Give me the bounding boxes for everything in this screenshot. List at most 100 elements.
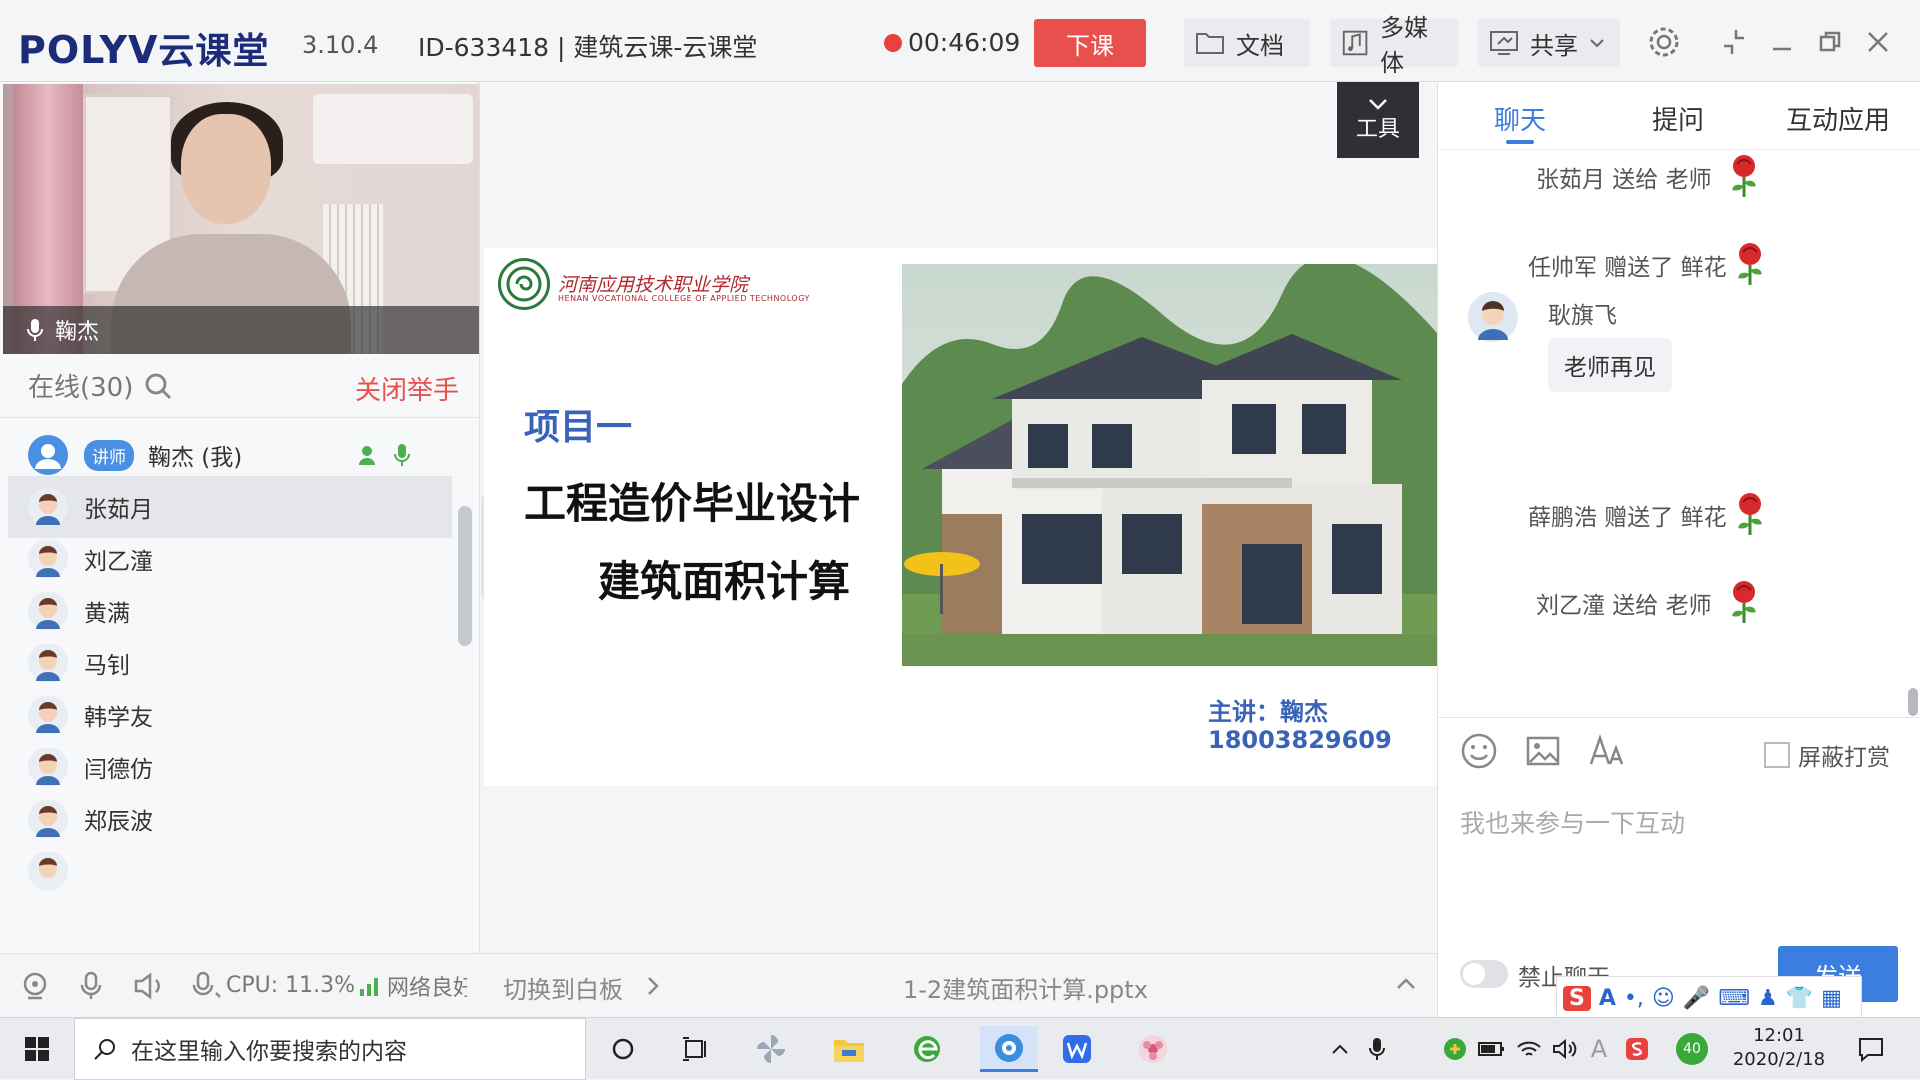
end-class-button[interactable]: 下课 [1034, 19, 1146, 67]
search-icon[interactable] [143, 371, 173, 401]
shrink-icon[interactable] [1716, 24, 1752, 60]
college-name-en: HENAN VOCATIONAL COLLEGE OF APPLIED TECH… [558, 294, 810, 303]
block-reward-option[interactable]: 屏蔽打赏 [1764, 738, 1890, 772]
tray-battery-icon[interactable] [1476, 1026, 1506, 1072]
windows-start-icon[interactable] [14, 1026, 60, 1072]
emoji-icon[interactable] [1460, 732, 1498, 770]
cortana-icon[interactable] [600, 1026, 646, 1072]
tab-chat[interactable]: 聊天 [1494, 100, 1546, 137]
left-status-bar: CPU: 11.3% 网络良好 [0, 953, 480, 1017]
multimedia-button[interactable]: 多媒体 [1330, 14, 1458, 77]
settings-gear-icon[interactable] [1646, 24, 1682, 60]
user-list: 讲师 鞠杰 (我) 张茹月 刘乙潼 黄满 马钊 韩学友 闫德仿 郑辰波 [0, 422, 479, 958]
minimize-icon[interactable] [1764, 24, 1800, 60]
folder-icon [1196, 33, 1224, 54]
room-id: ID-633418 | 建筑云课-云课堂 [418, 33, 758, 62]
ime-emoji-icon[interactable]: ☺ [1652, 986, 1675, 1011]
chat-scrollbar[interactable] [1908, 688, 1918, 716]
chevron-down-icon [1369, 99, 1387, 110]
tray-ime-letter-icon[interactable]: A [1584, 1026, 1614, 1072]
tray-security-icon[interactable] [1440, 1026, 1470, 1072]
chevron-right-icon[interactable] [645, 976, 661, 996]
search-icon [94, 1039, 115, 1060]
close-icon[interactable] [1860, 24, 1896, 60]
camera-toggle-icon[interactable] [20, 971, 50, 1001]
chat-input[interactable]: 我也来参与一下互动 [1460, 804, 1685, 840]
tray-expand-chevron-icon[interactable] [1326, 1026, 1354, 1072]
ime-voice-icon[interactable]: 🎤 [1683, 986, 1710, 1011]
user-list-scrollbar[interactable] [458, 506, 472, 646]
record-timer: 00:46:09 [884, 28, 1020, 57]
forbid-chat-toggle[interactable] [1460, 960, 1508, 988]
switch-whiteboard-button[interactable]: 切换到白板 [503, 970, 623, 1005]
teacher-badge: 讲师 [84, 439, 134, 471]
pinwheel-app-icon[interactable] [748, 1026, 794, 1072]
student-avatar-icon [28, 695, 68, 735]
user-row[interactable] [8, 840, 452, 902]
screen-share-icon [1490, 31, 1518, 55]
ime-grid-icon[interactable]: ▦ [1821, 986, 1842, 1011]
ime-mode-icon[interactable]: A [1599, 986, 1616, 1011]
document-button[interactable]: 文档 [1184, 19, 1310, 67]
speaker-icon[interactable] [132, 971, 166, 1001]
rose-icon [1738, 493, 1762, 535]
tray-sogou-icon[interactable] [1622, 1026, 1652, 1072]
taskbar-search-box[interactable]: 在这里输入你要搜索的内容 [74, 1018, 586, 1080]
font-size-icon[interactable] [1588, 732, 1626, 770]
chevron-up-icon[interactable] [1395, 976, 1417, 992]
cpu-usage: CPU: 11.3% [226, 973, 356, 998]
student-avatar-icon [28, 487, 68, 527]
flower-app-icon[interactable] [1130, 1026, 1176, 1072]
chevron-down-icon [1590, 39, 1604, 48]
villa-rendering-image [902, 264, 1438, 666]
gift-message: 薛鹏浩 赠送了 鲜花 [1528, 505, 1727, 531]
image-icon[interactable] [1524, 732, 1562, 770]
app-logo: POLYV云课堂 [18, 28, 270, 72]
online-count: 在线(30) [28, 373, 134, 403]
user-name: 刘乙潼 [84, 549, 153, 575]
share-button[interactable]: 共享 [1478, 19, 1620, 67]
block-reward-checkbox[interactable] [1764, 742, 1790, 768]
notification-center-icon[interactable] [1848, 1026, 1894, 1072]
chat-tabs: 聊天 提问 互动应用 [1438, 82, 1920, 150]
sogou-logo-icon[interactable]: S [1563, 985, 1591, 1011]
microphone-icon [27, 319, 43, 341]
teacher-avatar [28, 435, 68, 475]
tools-button[interactable]: 工具 [1337, 82, 1419, 158]
active-tab-indicator [1506, 140, 1534, 144]
tab-questions[interactable]: 提问 [1652, 100, 1704, 137]
polyv-app-icon[interactable] [980, 1026, 1038, 1072]
tray-volume-icon[interactable] [1550, 1026, 1580, 1072]
record-dot-icon [884, 33, 902, 52]
student-avatar-icon [28, 643, 68, 683]
restore-icon[interactable] [1812, 24, 1848, 60]
close-hand-raise-button[interactable]: 关闭举手 [355, 370, 459, 407]
app-version: 3.10.4 [302, 31, 379, 59]
rose-icon [1738, 243, 1762, 285]
tray-wifi-icon[interactable] [1514, 1026, 1544, 1072]
tray-mic-icon[interactable] [1362, 1026, 1392, 1072]
user-name: 鞠杰 (我) [148, 445, 243, 471]
ime-punct-icon[interactable]: •, [1624, 986, 1644, 1011]
tray-badge[interactable]: 40 [1674, 1026, 1710, 1072]
user-name: 韩学友 [84, 705, 153, 731]
camera-user-icon[interactable] [358, 443, 380, 467]
ime-user-icon[interactable]: ♟ [1758, 986, 1778, 1011]
system-clock[interactable]: 12:01 2020/2/18 [1724, 1024, 1834, 1072]
stage-footer: 切换到白板 1-2建筑面积计算.pptx [481, 953, 1437, 1017]
file-explorer-icon[interactable] [826, 1026, 872, 1072]
college-name: 河南应用技术职业学院 [558, 274, 749, 296]
browser-ie-icon[interactable] [904, 1026, 950, 1072]
gift-message: 刘乙潼 送给 老师 [1536, 593, 1712, 619]
ime-skin-icon[interactable]: 👕 [1786, 986, 1813, 1011]
document-filename: 1-2建筑面积计算.pptx [903, 976, 1148, 1004]
task-view-icon[interactable] [672, 1026, 718, 1072]
chat-messages: 张茹月 送给 老师 任帅军 赠送了 鲜花 耿旗飞 老师再见 薛鹏浩 赠送了 鲜花… [1438, 150, 1920, 800]
wps-app-icon[interactable] [1054, 1026, 1100, 1072]
tab-interactive-apps[interactable]: 互动应用 [1786, 100, 1890, 137]
microphone-toggle-icon[interactable] [78, 971, 104, 1001]
gift-message: 任帅军 赠送了 鲜花 [1528, 255, 1727, 281]
mic-on-icon[interactable] [392, 442, 412, 468]
mic-test-icon[interactable] [190, 971, 224, 1001]
ime-keyboard-icon[interactable]: ⌨ [1718, 986, 1750, 1011]
